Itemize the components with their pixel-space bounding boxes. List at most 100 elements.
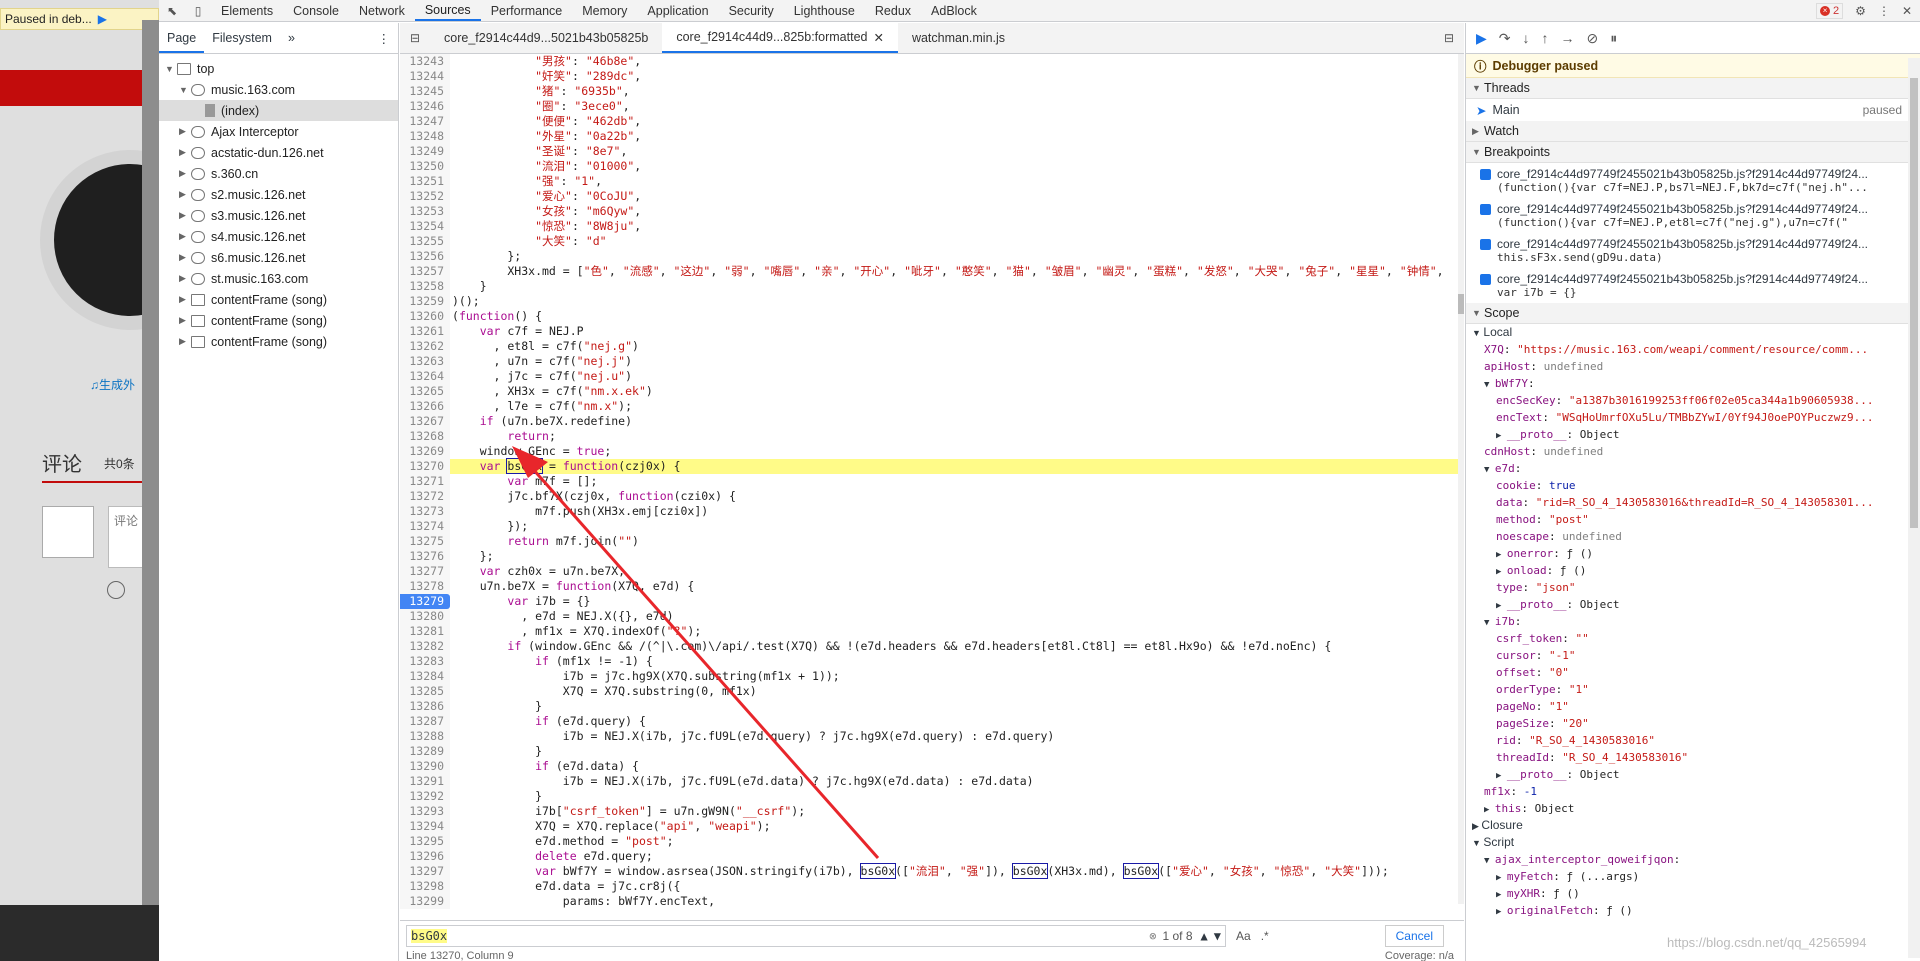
tab-elements[interactable]: Elements xyxy=(211,0,283,21)
line-number[interactable]: 13290 xyxy=(400,759,450,774)
scope-entry[interactable]: encSecKey: "a1387b3016199253ff06f02e05ca… xyxy=(1466,392,1920,409)
collapse-arrow-icon[interactable]: ▶ xyxy=(179,147,191,158)
line-number[interactable]: 13272 xyxy=(400,489,450,504)
pause-on-exceptions-icon[interactable]: ⏸ xyxy=(1610,30,1617,47)
code-line[interactable]: 13285 X7Q = X7Q.substring(0, mf1x) xyxy=(400,684,1458,699)
scope-entry[interactable]: ▼ e7d: xyxy=(1466,460,1920,477)
line-number[interactable]: 13295 xyxy=(400,834,450,849)
scope-entry[interactable]: pageSize: "20" xyxy=(1466,715,1920,732)
line-number[interactable]: 13270 xyxy=(400,459,450,474)
tree-item[interactable]: ▶ contentFrame (song) xyxy=(159,289,398,310)
code-line[interactable]: 13293 i7b["csrf_token"] = u7n.gW9N("__cs… xyxy=(400,804,1458,819)
regex-toggle[interactable]: .* xyxy=(1261,929,1269,943)
collapse-arrow-icon[interactable]: ▶ xyxy=(179,273,191,284)
scope-entry[interactable]: orderType: "1" xyxy=(1466,681,1920,698)
more-tabs-icon[interactable]: » xyxy=(280,31,303,45)
scope-entry[interactable]: noescape: undefined xyxy=(1466,528,1920,545)
step-icon[interactable]: → xyxy=(1561,30,1575,46)
code-line[interactable]: 13256 }; xyxy=(400,249,1458,264)
line-number[interactable]: 13262 xyxy=(400,339,450,354)
expand-arrow-icon[interactable]: ▼ xyxy=(179,85,191,95)
code-line[interactable]: 13270 var bsG0x = function(czj0x) { xyxy=(400,458,1458,474)
collapse-arrow-icon[interactable]: ▶ xyxy=(179,231,191,242)
code-line[interactable]: 13254 "惊恐": "8W8ju", xyxy=(400,219,1458,234)
code-line[interactable]: 13296 delete e7d.query; xyxy=(400,849,1458,864)
line-number[interactable]: 13289 xyxy=(400,744,450,759)
code-line[interactable]: 13265 , XH3x = c7f("nm.x.ek") xyxy=(400,384,1458,399)
code-line[interactable]: 13263 , u7n = c7f("nej.j") xyxy=(400,354,1458,369)
line-number[interactable]: 13252 xyxy=(400,189,450,204)
line-number[interactable]: 13267 xyxy=(400,414,450,429)
scope-entry[interactable]: ▶ onerror: ƒ () xyxy=(1466,545,1920,562)
code-line[interactable]: 13243 "男孩": "46b8e", xyxy=(400,54,1458,69)
tree-item[interactable]: ▶ s3.music.126.net xyxy=(159,205,398,226)
collapse-arrow-icon[interactable]: ▶ xyxy=(179,294,191,305)
line-number[interactable]: 13283 xyxy=(400,654,450,669)
line-number[interactable]: 13244 xyxy=(400,69,450,84)
breakpoint-checkbox[interactable] xyxy=(1480,273,1491,285)
scope-entry[interactable]: ▶ this: Object xyxy=(1466,800,1920,817)
code-line[interactable]: 13277 var czh0x = u7n.be7X; xyxy=(400,564,1458,579)
scope-entry[interactable]: cdnHost: undefined xyxy=(1466,443,1920,460)
line-number[interactable]: 13243 xyxy=(400,54,450,69)
scope-header[interactable]: ▼ Scope xyxy=(1466,303,1920,324)
tab-application[interactable]: Application xyxy=(637,0,718,21)
line-number[interactable]: 13278 xyxy=(400,579,450,594)
code-line[interactable]: 13274 }); xyxy=(400,519,1458,534)
line-number[interactable]: 13254 xyxy=(400,219,450,234)
scope-entry[interactable]: apiHost: undefined xyxy=(1466,358,1920,375)
scope-entry[interactable]: ▶ __proto__: Object xyxy=(1466,596,1920,613)
scope-entry[interactable]: offset: "0" xyxy=(1466,664,1920,681)
tree-item[interactable]: ▶ acstatic-dun.126.net xyxy=(159,142,398,163)
line-number[interactable]: 13268 xyxy=(400,429,450,444)
code-line[interactable]: 13251 "强": "1", xyxy=(400,174,1458,189)
code-line[interactable]: 13275 return m7f.join("") xyxy=(400,534,1458,549)
code-line[interactable]: 13288 i7b = NEJ.X(i7b, j7c.fU9L(e7d.quer… xyxy=(400,729,1458,744)
tree-item[interactable]: ▶ contentFrame (song) xyxy=(159,310,398,331)
tree-item[interactable]: ▶ Ajax Interceptor xyxy=(159,121,398,142)
scope-entry[interactable]: method: "post" xyxy=(1466,511,1920,528)
collapse-arrow-icon[interactable]: ▶ xyxy=(179,168,191,179)
scope-entry[interactable]: ▼ i7b: xyxy=(1466,613,1920,630)
collapse-arrow-icon[interactable]: ▶ xyxy=(179,189,191,200)
breakpoint-item[interactable]: core_f2914c44d97749f2455021b43b05825b.js… xyxy=(1466,268,1920,303)
tab-network[interactable]: Network xyxy=(349,0,415,21)
line-number[interactable]: 13256 xyxy=(400,249,450,264)
line-number[interactable]: 13299 xyxy=(400,894,450,909)
scope-entry[interactable]: ▶ myFetch: ƒ (...args) xyxy=(1466,868,1920,885)
collapse-arrow-icon[interactable]: ▶ xyxy=(179,210,191,221)
prev-match-icon[interactable]: ▲ xyxy=(1201,929,1208,943)
line-number[interactable]: 13291 xyxy=(400,774,450,789)
line-number[interactable]: 13249 xyxy=(400,144,450,159)
scope-entry[interactable]: ▶ __proto__: Object xyxy=(1466,766,1920,783)
tree-item[interactable]: ▶ st.music.163.com xyxy=(159,268,398,289)
code-line[interactable]: 13257 XH3x.md = ["色", "流感", "这边", "弱", "… xyxy=(400,264,1458,279)
scope-entry[interactable]: rid: "R_SO_4_1430583016" xyxy=(1466,732,1920,749)
code-line[interactable]: 13295 e7d.method = "post"; xyxy=(400,834,1458,849)
tree-item[interactable]: ▼ music.163.com xyxy=(159,79,398,100)
breakpoint-item[interactable]: core_f2914c44d97749f2455021b43b05825b.js… xyxy=(1466,198,1920,233)
code-line[interactable]: 13258 } xyxy=(400,279,1458,294)
scope-entry[interactable]: ▶ myXHR: ƒ () xyxy=(1466,885,1920,902)
error-badge[interactable]: × 2 xyxy=(1816,2,1844,19)
page-scrollbar[interactable] xyxy=(142,20,159,961)
line-number[interactable]: 13276 xyxy=(400,549,450,564)
breakpoint-checkbox[interactable] xyxy=(1480,203,1491,215)
tree-item[interactable]: ▶ s4.music.126.net xyxy=(159,226,398,247)
code-line[interactable]: 13261 var c7f = NEJ.P xyxy=(400,324,1458,339)
code-line[interactable]: 13298 e7d.data = j7c.cr8j({ xyxy=(400,879,1458,894)
line-number[interactable]: 13288 xyxy=(400,729,450,744)
line-number[interactable]: 13298 xyxy=(400,879,450,894)
emoji-icon[interactable] xyxy=(107,581,125,599)
code-line[interactable]: 13249 "圣诞": "8e7", xyxy=(400,144,1458,159)
scope-entry[interactable]: data: "rid=R_SO_4_1430583016&threadId=R_… xyxy=(1466,494,1920,511)
line-number[interactable]: 13250 xyxy=(400,159,450,174)
code-line[interactable]: 13287 if (e7d.query) { xyxy=(400,714,1458,729)
code-line[interactable]: 13252 "爱心": "0CoJU", xyxy=(400,189,1458,204)
tab-lighthouse[interactable]: Lighthouse xyxy=(784,0,865,21)
device-toolbar-icon[interactable]: ▯ xyxy=(185,0,211,21)
scope-entry[interactable]: csrf_token: "" xyxy=(1466,630,1920,647)
line-number[interactable]: 13265 xyxy=(400,384,450,399)
line-number[interactable]: 13263 xyxy=(400,354,450,369)
collapse-arrow-icon[interactable]: ▶ xyxy=(179,315,191,326)
